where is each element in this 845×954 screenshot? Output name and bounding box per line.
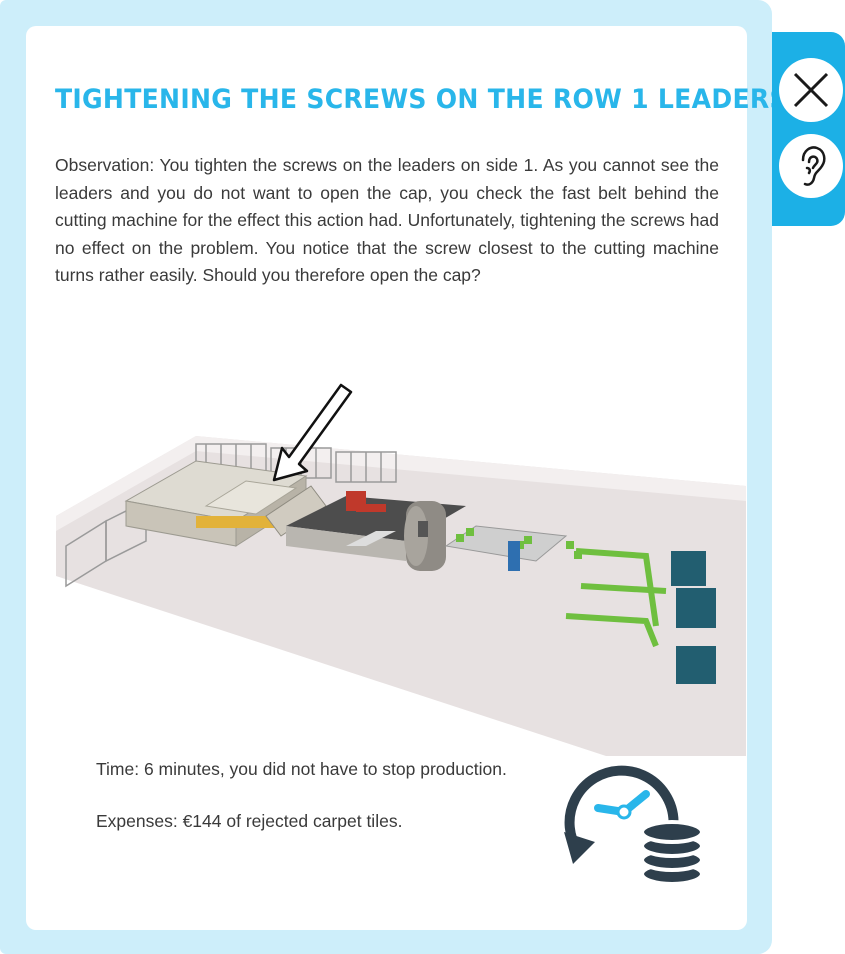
observation-text: Observation: You tighten the screws on t… [55, 155, 719, 285]
time-text: Time: 6 minutes, you did not have to sto… [96, 759, 507, 779]
result-info: Time: 6 minutes, you did not have to sto… [96, 756, 536, 834]
close-button[interactable] [779, 58, 843, 122]
dialog-title: TIGHTENING THE SCREWS ON THE ROW 1 LEADE… [55, 84, 788, 115]
time-cost-icon [564, 765, 700, 886]
dialog-card: TIGHTENING THE SCREWS ON THE ROW 1 LEADE… [26, 26, 788, 930]
cutting-machine [404, 501, 446, 571]
audio-button[interactable] [779, 134, 843, 198]
ear-icon [801, 146, 826, 186]
close-icon [782, 61, 840, 119]
production-line-illustration [56, 383, 746, 756]
expenses-text: Expenses: €144 of rejected carpet tiles. [96, 811, 403, 831]
